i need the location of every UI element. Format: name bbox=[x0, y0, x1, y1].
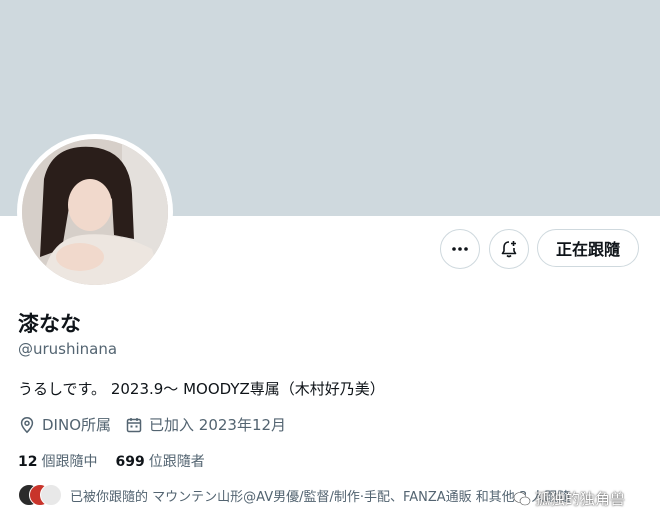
calendar-icon bbox=[126, 417, 142, 432]
more-button[interactable] bbox=[440, 229, 480, 269]
wechat-icon bbox=[513, 491, 531, 505]
watermark-text: 孤独的独角兽 bbox=[535, 490, 626, 508]
follow-stats: 12 個跟隨中 699 位跟隨者 bbox=[18, 451, 223, 471]
watermark: 孤独的独角兽 bbox=[513, 488, 625, 509]
joined-text: 已加入 2023年12月 bbox=[149, 416, 287, 434]
following-button[interactable]: 正在跟隨 bbox=[537, 229, 639, 267]
profile-bio: うるしです。 2023.9～ MOODYZ専属（木村好乃美） bbox=[18, 380, 385, 398]
avatar-photo bbox=[22, 139, 168, 285]
following-stat[interactable]: 12 個跟隨中 bbox=[18, 451, 97, 471]
user-handle: @urushinana bbox=[18, 340, 118, 358]
following-count: 12 bbox=[18, 454, 38, 470]
known-follower-avatars bbox=[18, 484, 62, 506]
avatar[interactable] bbox=[17, 134, 173, 290]
followers-count: 699 bbox=[115, 454, 145, 470]
location-pin-icon bbox=[20, 416, 34, 433]
following-label: 個跟隨中 bbox=[41, 454, 98, 470]
location-item: DINO所属 bbox=[18, 414, 111, 435]
known-followers[interactable]: 已被你跟隨的 マウンテン山形@AV男優/監督/制作·手配、FANZA通販 和其他… bbox=[18, 484, 570, 506]
display-name: 漆なな bbox=[18, 312, 81, 336]
followers-stat[interactable]: 699 位跟隨者 bbox=[115, 451, 204, 471]
more-horizontal-icon bbox=[452, 247, 468, 251]
bell-plus-icon bbox=[501, 241, 517, 258]
profile-meta: DINO所属 已加入 2023年12月 bbox=[18, 414, 300, 435]
notify-button[interactable] bbox=[489, 229, 529, 269]
joined-item: 已加入 2023年12月 bbox=[125, 414, 286, 435]
avatar-image bbox=[22, 139, 168, 285]
followers-label: 位跟隨者 bbox=[148, 454, 205, 470]
location-text: DINO所属 bbox=[42, 416, 112, 434]
known-follower-avatar bbox=[40, 484, 62, 506]
known-followers-text: 已被你跟隨的 マウンテン山形@AV男優/監督/制作·手配、FANZA通販 和其他… bbox=[70, 489, 571, 505]
